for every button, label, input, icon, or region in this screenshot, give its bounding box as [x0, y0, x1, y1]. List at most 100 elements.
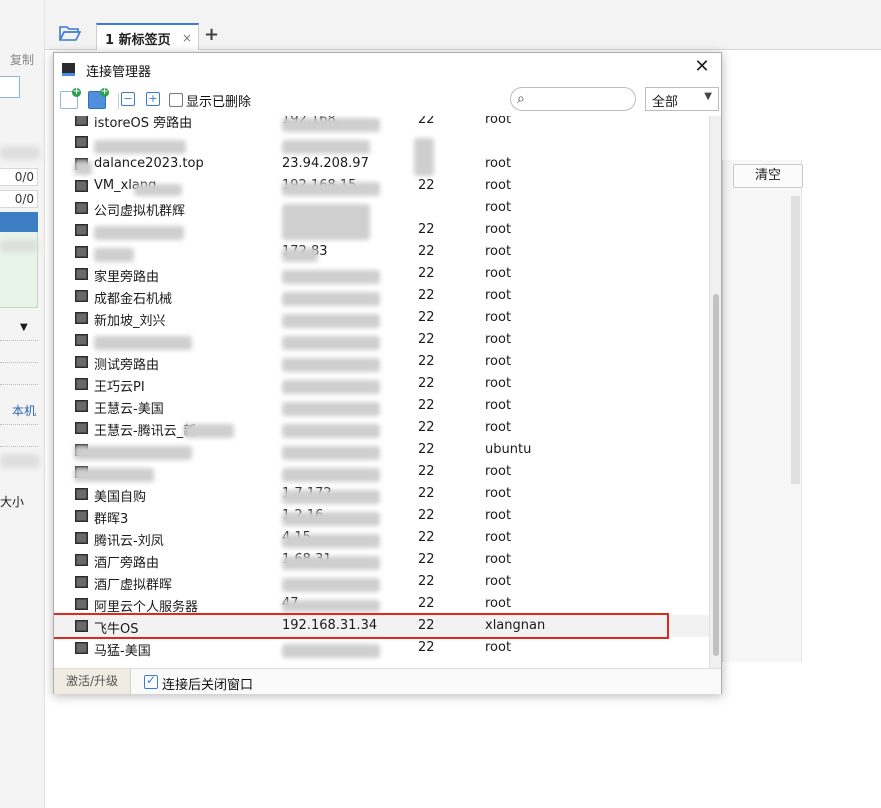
connection-row[interactable]: 172.8322root [54, 241, 709, 263]
redacted-host [282, 118, 380, 132]
terminal-icon [75, 312, 88, 324]
size-column-header[interactable]: 大小 [0, 493, 24, 510]
redacted-port [414, 138, 434, 176]
redacted-host [282, 140, 370, 154]
connection-name: 王巧云PI [94, 380, 145, 395]
collapse-all-icon[interactable]: − [121, 92, 135, 106]
connection-user: root [485, 116, 512, 127]
connection-user: root [485, 574, 512, 589]
redacted-host [282, 204, 370, 240]
scrollbar[interactable] [791, 196, 800, 484]
new-connection-button[interactable]: + [60, 88, 81, 109]
redacted-host [282, 270, 380, 284]
connection-user: root [485, 266, 512, 281]
redacted-host [282, 512, 380, 526]
connection-row[interactable]: 成都金石机械 22 root [54, 285, 709, 307]
connection-row[interactable]: 阿里云个人服务器47.22root [54, 593, 709, 615]
activate-upgrade-button[interactable]: 激活/升级 [54, 669, 131, 694]
connection-user: root [485, 420, 512, 435]
connection-user: root [485, 288, 512, 303]
connection-user: root [485, 332, 512, 347]
connection-name: 新加坡_刘兴 [94, 314, 166, 329]
connection-name: 群晖3 [94, 512, 129, 527]
redacted-host [282, 446, 380, 460]
connection-row[interactable]: 酒厂旁路由1 68.3122root [54, 549, 709, 571]
show-deleted-checkbox[interactable] [169, 93, 183, 107]
redacted-host [282, 314, 380, 328]
close-icon[interactable]: × [182, 31, 192, 45]
redacted-name [94, 248, 134, 262]
new-folder-button[interactable]: + [88, 88, 109, 109]
redacted-host [282, 556, 380, 570]
redacted-host [282, 336, 380, 350]
folder-icon[interactable] [59, 25, 81, 42]
connection-row[interactable]: 王慧云-腾讯云_新 22 root [54, 417, 709, 439]
close-button[interactable]: ✕ [691, 56, 713, 78]
copy-label[interactable]: 复制 [10, 51, 34, 68]
connection-row[interactable]: 腾讯云-刘凤4 1522root [54, 527, 709, 549]
scrollbar-thumb[interactable] [713, 294, 719, 656]
dialog-footer: 激活/升级 连接后关闭窗口 [54, 668, 721, 694]
terminal-icon [75, 532, 88, 544]
connection-row-selected[interactable]: 飞牛OS 192.168.31.34 22 xlangnan [54, 615, 709, 637]
connection-name: 飞牛OS [94, 622, 139, 637]
local-label[interactable]: 本机 [12, 402, 36, 419]
connection-row[interactable]: 酒厂虚拟群晖 22 root [54, 571, 709, 593]
connection-port: 22 [418, 464, 435, 479]
clear-button[interactable]: 清空 [733, 164, 803, 188]
redacted-name [74, 468, 154, 482]
connection-row[interactable]: 公司虚拟机群辉 root [54, 197, 709, 219]
connection-user: root [485, 398, 512, 413]
redacted-host [282, 380, 380, 394]
terminal-icon [75, 488, 88, 500]
left-list-selected[interactable] [0, 212, 38, 232]
dialog-title: 连接管理器 [86, 65, 152, 80]
filter-value: 全部 [652, 95, 679, 110]
tab-new[interactable]: 1 新标签页 × [96, 23, 199, 50]
connection-user: root [485, 508, 512, 523]
redacted-name [74, 446, 192, 460]
blurred-text [0, 146, 40, 160]
connection-name: 酒厂旁路由 [94, 556, 160, 571]
connection-user: root [485, 486, 512, 501]
terminal-app-icon [62, 63, 75, 76]
connection-row[interactable]: 王巧云PI 22 root [54, 373, 709, 395]
redacted-name [184, 424, 234, 438]
connection-user: root [485, 464, 512, 479]
terminal-icon [75, 268, 88, 280]
connection-row[interactable]: 群晖31 2.1622root [54, 505, 709, 527]
expand-all-icon[interactable]: + [146, 92, 160, 106]
connection-row[interactable]: dalance2023.top 23.94.208.97 root [54, 153, 709, 175]
connection-row[interactable]: 马猛-美国 22 root [54, 637, 709, 659]
connection-row[interactable]: 家里旁路由 22 root [54, 263, 709, 285]
redacted-host [282, 358, 380, 372]
connection-port: 22 [418, 640, 435, 655]
connection-host: 192.168.31.34 [282, 618, 378, 633]
search-input[interactable]: ⌕ [510, 87, 636, 111]
divider [0, 446, 38, 447]
connection-row[interactable]: 测试旁路由 22 root [54, 351, 709, 373]
close-after-connect-checkbox[interactable] [144, 673, 158, 689]
left-input[interactable] [0, 76, 20, 98]
divider [0, 362, 38, 363]
connection-row[interactable]: 新加坡_刘兴 22 root [54, 307, 709, 329]
redacted-host [282, 578, 380, 592]
list-scrollbar[interactable] [709, 116, 721, 668]
add-tab-icon[interactable]: + [204, 24, 219, 45]
redacted-host [282, 600, 380, 612]
terminal-icon [75, 136, 88, 148]
connection-row[interactable]: 王慧云-美国 22 root [54, 395, 709, 417]
connection-name: 美国自购 [94, 490, 147, 505]
redacted-host [282, 424, 380, 438]
connection-name: 酒厂虚拟群晖 [94, 578, 173, 593]
title-bar[interactable]: 连接管理器 ✕ [54, 53, 721, 84]
terminal-icon [75, 620, 88, 632]
connection-user: root [485, 310, 512, 325]
connection-list[interactable]: istoreOS 旁路由192.168.22root dalance2023.to… [54, 116, 721, 668]
left-value-1: 0/0 [0, 168, 38, 186]
filter-select[interactable]: 全部 ▼ [645, 87, 719, 111]
connection-row[interactable]: 美国自购1 7.17222root [54, 483, 709, 505]
connection-port: 22 [418, 288, 435, 303]
chevron-down-icon[interactable]: ▼ [20, 322, 28, 333]
connection-row[interactable]: istoreOS 旁路由192.168.22root [54, 116, 709, 131]
